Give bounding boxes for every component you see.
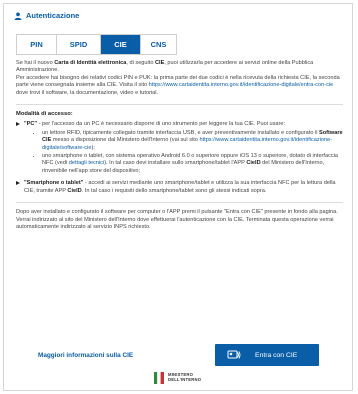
- intro-paragraph-2: Per accedere hai bisogno dei relativi co…: [16, 74, 340, 96]
- technical-details-link[interactable]: dettagli tecnici: [69, 160, 104, 166]
- triangle-bullet-icon: [16, 181, 20, 186]
- auth-panel: Autenticazione PIN SPID CIE CNS Se hai i…: [3, 3, 353, 391]
- ministry-footer: MINISTERO DELL'INTERNO: [154, 372, 201, 384]
- divider: [16, 104, 343, 106]
- tab-cie[interactable]: CIE: [101, 35, 141, 54]
- cie-site-link[interactable]: https://www.cartaidentita.interno.gov.it…: [149, 82, 334, 88]
- smartphone-access-item: "Smartphone o tablet" - accedi ai serviz…: [16, 180, 343, 195]
- cie-card-icon: [227, 350, 241, 359]
- enter-cie-label: Entra con CIE: [255, 351, 298, 359]
- header-title: Autenticazione: [26, 11, 80, 20]
- pc-access-item: "PC" - per l'accesso da un PC è necessar…: [16, 121, 343, 175]
- modalities-title: Modalità di accesso:: [16, 111, 73, 118]
- list-item: uno smartphone o tablet, con sistema ope…: [42, 153, 343, 175]
- auth-header: Autenticazione: [14, 11, 79, 20]
- intro-paragraph-1: Se hai il nuovo Carta di Identità elettr…: [16, 60, 314, 74]
- triangle-bullet-icon: [16, 122, 20, 127]
- tab-pin[interactable]: PIN: [17, 35, 57, 54]
- cie-content: Se hai il nuovo Carta di Identità elettr…: [16, 60, 343, 231]
- tab-cns[interactable]: CNS: [141, 35, 177, 54]
- ministry-logo-text: MINISTERO DELL'INTERNO: [168, 372, 202, 382]
- pc-options-list: un lettore RFID, tipicamente collegato t…: [24, 130, 343, 175]
- list-item: un lettore RFID, tipicamente collegato t…: [42, 130, 343, 152]
- divider: [16, 202, 343, 204]
- republic-emblem-icon: [154, 372, 164, 384]
- enter-cie-button[interactable]: Entra con CIE: [215, 344, 319, 366]
- user-icon: [14, 12, 22, 20]
- auth-tabs: PIN SPID CIE CNS: [16, 34, 177, 55]
- after-paragraph: Dopo aver installato e configurato il so…: [16, 209, 338, 230]
- action-bar: Maggiori informazioni sulla CIE Entra co…: [16, 344, 343, 366]
- more-info-link[interactable]: Maggiori informazioni sulla CIE: [38, 352, 133, 359]
- tab-spid[interactable]: SPID: [57, 35, 101, 54]
